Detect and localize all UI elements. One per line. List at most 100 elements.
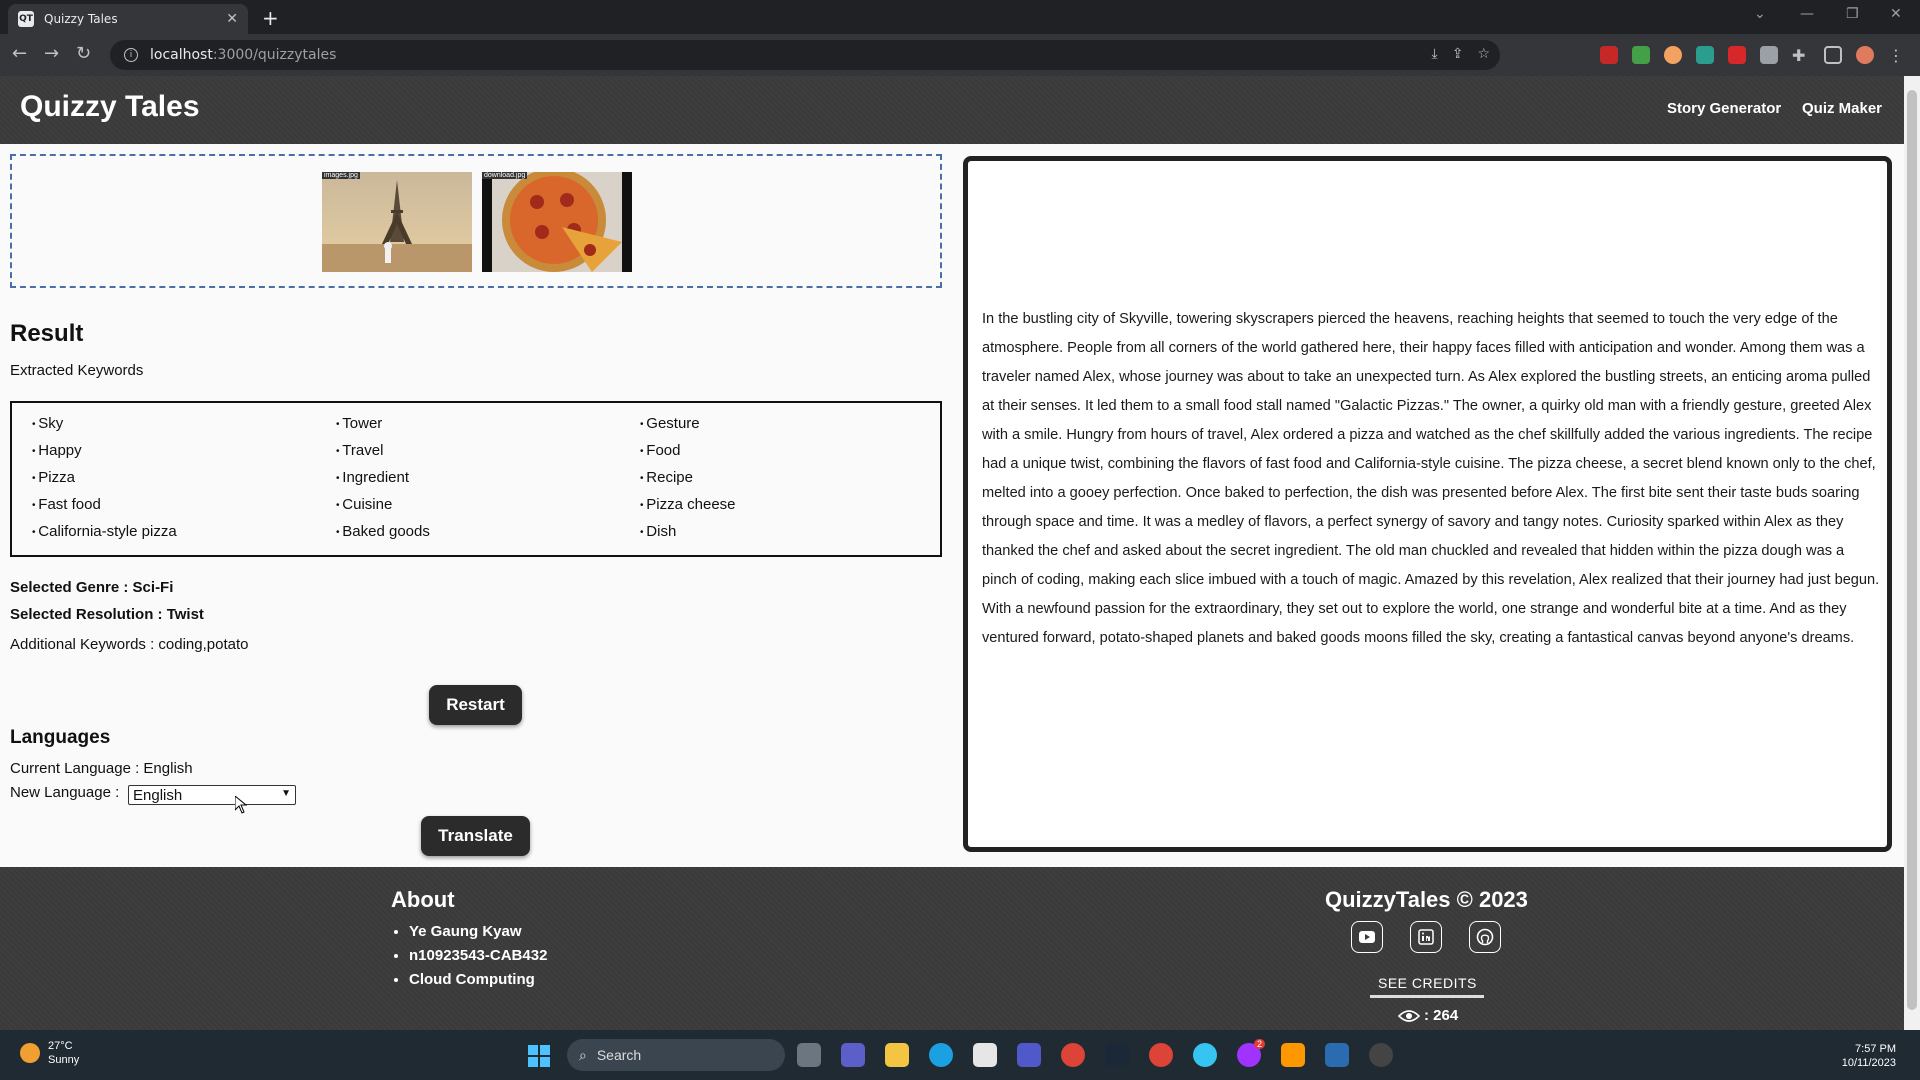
keyword-item: Cuisine <box>336 496 640 523</box>
upload-thumbnail-eiffel: images.jpg <box>322 172 472 272</box>
selected-genre: Selected Genre : Sci-Fi <box>10 579 174 596</box>
page-scrollbar[interactable] <box>1904 76 1920 1030</box>
extension-orange-icon[interactable] <box>1664 46 1682 64</box>
edge-icon[interactable] <box>929 1043 953 1067</box>
keywords-grid: Sky Tower Gesture Happy Travel Food Pizz… <box>10 401 942 557</box>
tab-favicon-icon: QT <box>18 11 34 27</box>
keyword-item: Tower <box>336 415 640 442</box>
extension-red-icon[interactable] <box>1728 46 1746 64</box>
clock[interactable]: 7:57 PM 10/11/2023 <box>1842 1042 1896 1070</box>
browser-toolbar: ← → ↻ i localhost:3000/quizzytales ⤓ ⇪ ☆… <box>0 34 1920 76</box>
about-item: n10923543-CAB432 <box>409 944 547 968</box>
translate-button[interactable]: Translate <box>421 816 530 856</box>
new-tab-icon[interactable]: + <box>262 6 279 30</box>
start-button[interactable] <box>528 1045 550 1067</box>
forward-icon[interactable]: → <box>44 43 59 64</box>
upload-thumbnail-pizza: download.jpg <box>482 172 632 272</box>
taskbar-search[interactable]: ⌕ Search <box>567 1039 785 1071</box>
linkedin-icon[interactable] <box>1410 921 1442 953</box>
obs-icon[interactable] <box>1369 1043 1393 1067</box>
eiffel-tower-image <box>322 172 472 272</box>
browser-tabstrip: QT Quizzy Tales ✕ + ⌄ — ❐ ✕ <box>0 0 1920 34</box>
restart-button[interactable]: Restart <box>429 685 522 725</box>
reload-icon[interactable]: ↻ <box>76 43 91 64</box>
weather-widget[interactable]: 27°C Sunny <box>20 1039 79 1067</box>
keyword-item: Food <box>640 442 944 469</box>
languages-heading: Languages <box>10 727 111 748</box>
site-footer: About Ye Gaung Kyaw n10923543-CAB432 Clo… <box>0 867 1904 1030</box>
nav-quiz-maker[interactable]: Quiz Maker <box>1802 100 1882 117</box>
address-bar[interactable]: i localhost:3000/quizzytales ⤓ ⇪ ☆ <box>110 40 1500 70</box>
scrollbar-thumb[interactable] <box>1907 90 1917 1010</box>
install-icon[interactable]: ⤓ <box>1432 46 1438 62</box>
story-panel: In the bustling city of Skyville, toweri… <box>963 156 1892 852</box>
current-language: Current Language : English <box>10 760 193 777</box>
eye-icon <box>1398 1009 1420 1022</box>
keyword-item: Pizza cheese <box>640 496 944 523</box>
task-view-icon[interactable] <box>797 1043 821 1067</box>
taskbar: 27°C Sunny ⌕ Search 2 7:57 PM 10/11/2023 <box>0 1030 1920 1080</box>
tab-search-icon[interactable]: ⌄ <box>1754 6 1766 22</box>
story-text: In the bustling city of Skyville, toweri… <box>982 311 1880 646</box>
webstorm-icon[interactable] <box>1325 1043 1349 1067</box>
browser-menu-icon[interactable]: ⋮ <box>1888 46 1906 65</box>
extension-green-icon[interactable] <box>1632 46 1650 64</box>
chrome-icon[interactable] <box>1061 1043 1085 1067</box>
github-icon[interactable] <box>1469 921 1501 953</box>
browser-tab[interactable]: QT Quizzy Tales ✕ <box>8 4 248 34</box>
about-list: Ye Gaung Kyaw n10923543-CAB432 Cloud Com… <box>409 920 547 992</box>
thumbnail-label: images.jpg <box>322 172 360 179</box>
profile-avatar[interactable] <box>1856 46 1874 64</box>
minimize-icon[interactable]: — <box>1800 6 1814 22</box>
keyword-item: Gesture <box>640 415 944 442</box>
url-path: :3000/quizzytales <box>212 47 337 63</box>
back-icon[interactable]: ← <box>12 43 27 64</box>
page: Quizzy Tales Story Generator Quiz Maker … <box>0 76 1904 1030</box>
nav-story-generator[interactable]: Story Generator <box>1667 100 1781 117</box>
result-heading: Result <box>10 320 84 347</box>
bookmark-star-icon[interactable]: ☆ <box>1477 46 1490 62</box>
about-heading: About <box>391 887 455 912</box>
pizza-image <box>482 172 632 272</box>
extension-teal-icon[interactable] <box>1696 46 1714 64</box>
keyword-item: Recipe <box>640 469 944 496</box>
copyright: QuizzyTales © 2023 <box>1325 887 1528 912</box>
window-close-icon[interactable]: ✕ <box>1890 6 1902 22</box>
keyword-item: Dish <box>640 523 944 550</box>
new-language-label: New Language : <box>10 784 120 801</box>
slack-icon[interactable] <box>1193 1043 1217 1067</box>
store-icon[interactable] <box>973 1043 997 1067</box>
about-item: Cloud Computing <box>409 968 547 992</box>
teams-icon[interactable] <box>1017 1043 1041 1067</box>
language-select[interactable]: English ▼ <box>128 785 296 805</box>
gmail-extension-icon[interactable] <box>1600 46 1618 64</box>
tab-close-icon[interactable]: ✕ <box>226 11 238 27</box>
side-panel-icon[interactable] <box>1824 46 1842 64</box>
clock-date: 10/11/2023 <box>1841 1057 1896 1069</box>
url-host: localhost <box>150 47 213 63</box>
keyword-item: Baked goods <box>336 523 640 550</box>
sun-icon <box>20 1043 40 1063</box>
mouse-cursor-icon <box>235 796 247 814</box>
meet-icon[interactable] <box>841 1043 865 1067</box>
extensions-puzzle-icon[interactable]: ✚ <box>1792 46 1810 65</box>
site-info-icon[interactable]: i <box>124 48 138 62</box>
search-icon: ⌕ <box>579 1046 587 1063</box>
view-counter: : 264 <box>1398 1007 1458 1024</box>
youtube-icon[interactable] <box>1351 921 1383 953</box>
file-explorer-icon[interactable] <box>885 1043 909 1067</box>
restore-icon[interactable]: ❐ <box>1846 6 1859 22</box>
sublime-icon[interactable] <box>1281 1043 1305 1067</box>
messenger-icon[interactable]: 2 <box>1237 1039 1265 1067</box>
extension-grey-icon[interactable] <box>1760 46 1778 64</box>
site-brand[interactable]: Quizzy Tales <box>20 90 200 124</box>
keyword-item: Happy <box>32 442 336 469</box>
image-dropzone[interactable]: images.jpg download.jpg <box>10 154 942 288</box>
site-header: Quizzy Tales Story Generator Quiz Maker <box>0 76 1904 144</box>
tab-title: Quizzy Tales <box>44 12 118 26</box>
chrome-profile-icon[interactable] <box>1149 1043 1173 1067</box>
see-credits-link[interactable]: SEE CREDITS <box>1378 975 1477 991</box>
keyword-item: Pizza <box>32 469 336 496</box>
steam-icon[interactable] <box>1105 1043 1129 1067</box>
share-icon[interactable]: ⇪ <box>1452 46 1464 62</box>
